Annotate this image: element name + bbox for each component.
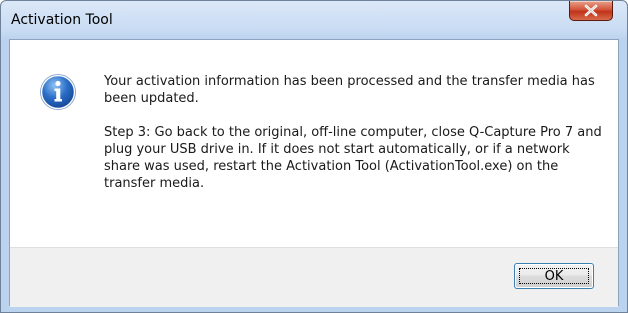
window-title: Activation Tool: [11, 12, 113, 28]
close-button[interactable]: [569, 1, 613, 21]
dialog-content: Your activation information has been pro…: [10, 40, 618, 247]
ok-button[interactable]: OK: [514, 263, 594, 289]
message-paragraph-2: Step 3: Go back to the original, off-lin…: [104, 125, 602, 191]
close-icon: [584, 4, 598, 17]
dialog-client-area: Your activation information has been pro…: [9, 39, 619, 307]
info-icon: [40, 74, 76, 110]
dialog-footer: OK: [10, 247, 618, 307]
ok-button-label: OK: [519, 268, 589, 284]
message-paragraph-1: Your activation information has been pro…: [104, 74, 595, 106]
title-bar[interactable]: Activation Tool: [1, 1, 627, 39]
dialog-message: Your activation information has been pro…: [104, 73, 604, 192]
dialog-window: Activation Tool Your activation informat…: [0, 0, 628, 313]
